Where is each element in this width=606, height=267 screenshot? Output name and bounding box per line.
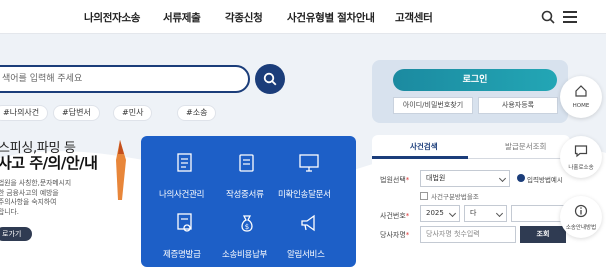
promo-desc-line: 한 금융사고의 예방을 — [0, 188, 59, 197]
keyword-tag[interactable]: #민사 — [113, 105, 153, 121]
folder-document-icon — [177, 153, 192, 172]
service-unconfirmed-label[interactable]: 미확인송달문서 — [278, 188, 331, 200]
tab-issued-documents[interactable]: 발급문서조회 — [505, 141, 546, 152]
promo-desc-line: 주의사항을 숙지하여 — [0, 198, 57, 206]
case-year-select[interactable]: 2025 — [420, 205, 460, 222]
quick-guide-label: 소송안내방법 — [565, 225, 597, 231]
court-label: 법원선택* — [380, 176, 410, 184]
input-example-radio[interactable] — [517, 174, 525, 182]
top-navigation: 나의전자소송 서류제출 각종신청 사건유형별 절차안내 고객센터 — [0, 0, 606, 34]
megaphone-icon — [301, 214, 315, 232]
promo-link-button[interactable]: 로가기 — [0, 227, 32, 241]
keyword-tag[interactable]: #답변서 — [53, 105, 100, 121]
keyword-tag[interactable]: #소송 — [177, 105, 217, 121]
quick-guide-button[interactable]: 소송안내방법 — [560, 196, 602, 238]
money-bag-icon: $ — [241, 215, 253, 232]
service-payment-label[interactable]: 소송비용납부 — [222, 248, 267, 260]
promo-desc-line: 랍니다. — [0, 207, 19, 216]
search-button[interactable] — [255, 64, 285, 94]
nav-item-submit-documents[interactable]: 서류제출 — [163, 10, 201, 25]
certificate-icon — [177, 213, 192, 232]
nav-item-applications[interactable]: 각종신청 — [225, 10, 263, 25]
case-search-panel — [372, 135, 570, 267]
keyword-tag[interactable]: #나의사건 — [0, 105, 49, 121]
search-icon[interactable] — [541, 10, 555, 24]
case-type-checkbox-label: 사건구분방법을조 — [431, 193, 479, 201]
input-example-label: 입력방법예시 — [527, 176, 563, 184]
register-button[interactable]: 사용자등록 — [478, 97, 558, 114]
service-alert-label[interactable]: 알림서비스 — [287, 248, 325, 260]
court-select[interactable]: 대법원 — [420, 170, 510, 187]
tab-case-search[interactable]: 사건검색 — [410, 141, 438, 152]
quick-home-button[interactable]: HOME — [560, 76, 602, 118]
case-type-select[interactable]: 다 — [464, 205, 507, 222]
case-type-checkbox[interactable] — [420, 192, 428, 200]
promo-description: 법원을 사칭한,문자메시지 한 금융사고의 예방을 주의사항을 숙지하여 랍니다… — [0, 179, 78, 217]
tab-active-indicator — [372, 156, 468, 159]
pen-illustration-icon — [116, 140, 126, 200]
party-name-label: 당사자명* — [380, 231, 410, 239]
promo-title: 사고 주/의/안/내 — [0, 154, 98, 172]
case-number-label: 사건번호* — [380, 212, 410, 220]
menu-icon[interactable] — [563, 11, 577, 23]
document-edit-icon — [239, 154, 254, 172]
nav-item-my-litigation[interactable]: 나의전자소송 — [84, 10, 140, 25]
party-name-field[interactable] — [420, 226, 516, 243]
nav-item-customer-center[interactable]: 고객센터 — [395, 10, 433, 25]
nav-item-procedure-guide[interactable]: 사건유형별 절차안내 — [287, 10, 375, 25]
login-button[interactable]: 로그인 — [393, 69, 557, 91]
service-drafts-label[interactable]: 작성중서류 — [226, 188, 264, 200]
svg-text:$: $ — [245, 223, 249, 231]
search-icon — [263, 72, 277, 86]
monitor-document-icon — [299, 154, 319, 172]
info-icon — [574, 204, 588, 218]
search-box — [0, 65, 250, 93]
quick-self-litigation-label: 나홀로소송 — [568, 165, 594, 171]
search-input[interactable] — [2, 72, 232, 86]
service-certificate-label[interactable]: 제증명발급 — [163, 248, 201, 260]
quick-self-litigation-button[interactable]: 나홀로소송 — [560, 136, 602, 178]
chat-icon — [574, 145, 588, 158]
find-account-button[interactable]: 아이디/비밀번호찾기 — [393, 97, 473, 114]
service-my-case-label[interactable]: 나의사건관리 — [159, 188, 204, 200]
quick-home-label: HOME — [572, 103, 590, 109]
home-icon — [575, 85, 587, 97]
promo-desc-line: 법원을 사칭한,문자메시지 — [0, 179, 72, 187]
party-name-input[interactable] — [426, 230, 515, 238]
